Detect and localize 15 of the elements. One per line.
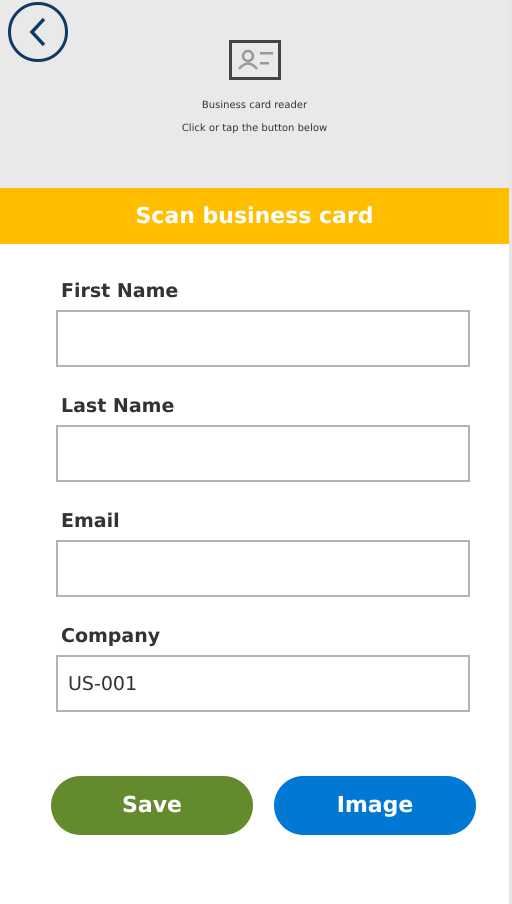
input-field[interactable] <box>56 425 470 482</box>
input-field[interactable]: US-001 <box>56 655 470 712</box>
header-subtitle: Click or tap the button below <box>182 123 328 134</box>
save-button[interactable]: Save <box>51 776 253 835</box>
back-button[interactable] <box>8 2 68 62</box>
contact-card-icon <box>228 40 280 80</box>
image-button[interactable]: Image <box>274 776 476 835</box>
back-icon <box>29 17 47 47</box>
input-field[interactable] <box>56 310 470 367</box>
input-field[interactable] <box>56 540 470 597</box>
field-label: Last Name <box>61 395 176 419</box>
field-label: Email <box>61 510 121 534</box>
field-label: Company <box>61 625 162 649</box>
field-label: First Name <box>61 280 180 304</box>
header-title: Business card reader <box>202 100 308 111</box>
